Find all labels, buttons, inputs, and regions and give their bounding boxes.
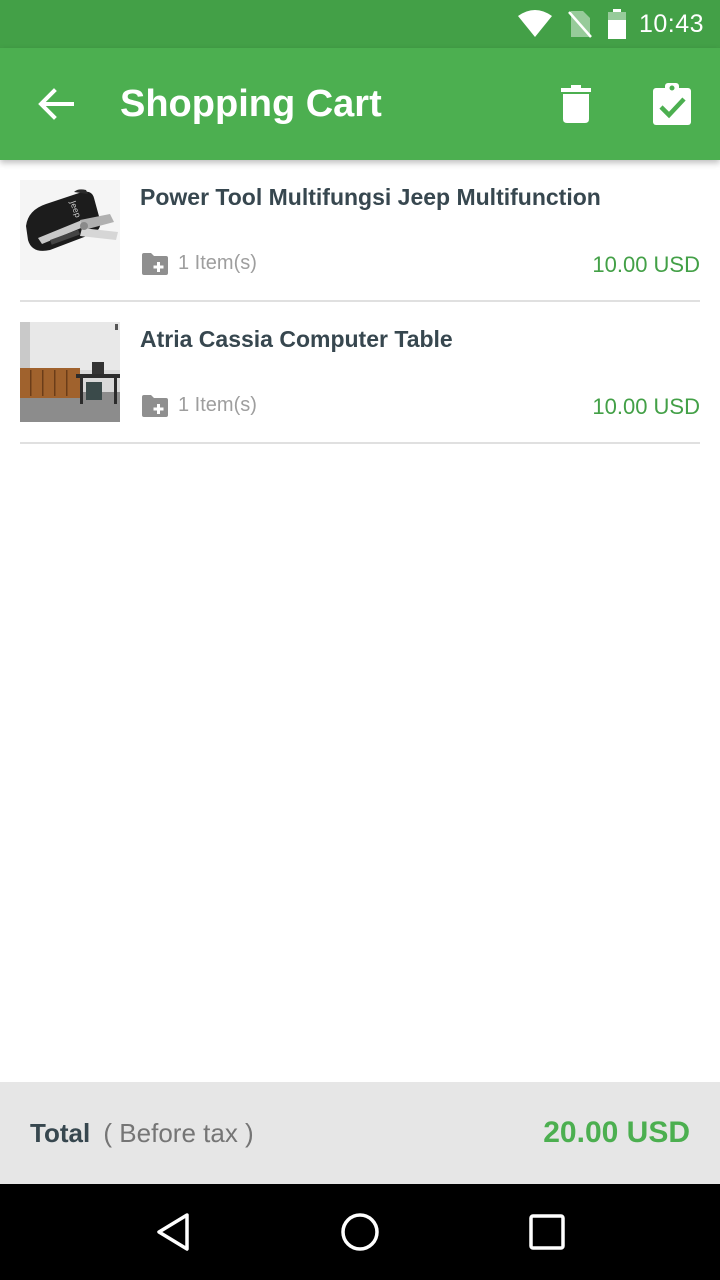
total-value: 20.00 USD [543,1116,690,1149]
system-nav-bar [0,1184,720,1280]
back-triangle-icon [157,1213,190,1251]
clipboard-check-icon [653,83,691,125]
wifi-icon [517,10,553,38]
cart-list: Jeep Power Tool Multifungsi Jeep Multifu… [20,160,700,444]
item-name: Atria Cassia Computer Table [140,326,453,352]
product-image-computer-table [20,322,120,422]
total-title: Total [30,1117,91,1148]
back-button[interactable] [20,68,92,140]
item-price: 10.00 USD [592,252,700,277]
battery-icon [607,9,627,39]
nav-home-button[interactable] [320,1192,400,1272]
app-bar: Shopping Cart [0,48,720,160]
status-time: 10:43 [638,9,704,38]
total-bar: Total ( Before tax ) 20.00 USD [0,1082,720,1184]
recents-square-icon [528,1214,565,1250]
total-note: ( Before tax ) [103,1117,254,1148]
product-image-multitool: Jeep [20,180,120,280]
item-name: Power Tool Multifungsi Jeep Multifunctio… [140,184,601,210]
status-bar: 10:43 [0,0,720,48]
cart-item[interactable]: Atria Cassia Computer Table 1 Item(s) 10… [20,302,700,444]
nav-back-button[interactable] [133,1192,213,1272]
back-arrow-icon [38,88,74,120]
page-title: Shopping Cart [120,82,382,125]
item-quantity-label: 1 Item(s) [178,252,257,274]
no-sim-icon [567,9,593,39]
item-quantity-label: 1 Item(s) [178,394,257,416]
item-quantity[interactable]: 1 Item(s) [142,394,257,417]
checkout-button[interactable] [636,68,708,140]
trash-icon [561,85,591,123]
cart-item[interactable]: Jeep Power Tool Multifungsi Jeep Multifu… [20,160,700,302]
add-to-folder-icon [142,394,168,417]
add-to-folder-icon [142,252,168,275]
home-circle-icon [341,1213,379,1251]
item-price: 10.00 USD [592,394,700,419]
item-quantity[interactable]: 1 Item(s) [142,252,257,275]
nav-recents-button[interactable] [507,1192,587,1272]
clear-cart-button[interactable] [540,68,612,140]
total-label: Total ( Before tax ) [30,1118,254,1149]
shopping-cart-screen: 10:43 Shopping Cart Jeep Power Tool Mult… [0,0,720,1280]
